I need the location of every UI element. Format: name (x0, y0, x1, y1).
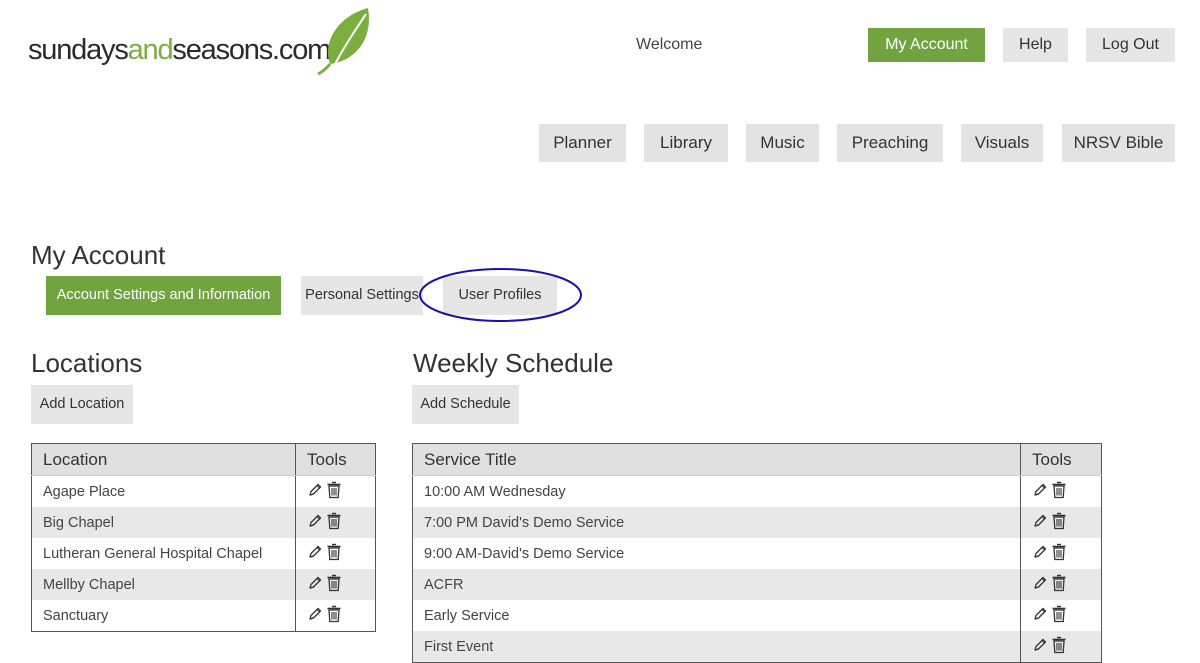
locations-title: Locations (31, 348, 143, 378)
leaf-icon (317, 8, 369, 76)
locations-table: Location Tools Agape Place Big Chapel Lu… (31, 443, 376, 632)
location-name: Agape Place (43, 483, 126, 500)
nav-preaching[interactable]: Preaching (837, 124, 943, 162)
trash-icon[interactable] (1051, 574, 1067, 592)
table-row: Lutheran General Hospital Chapel (32, 538, 376, 569)
trash-icon[interactable] (1051, 605, 1067, 623)
pencil-icon[interactable] (1032, 637, 1048, 653)
pencil-icon[interactable] (307, 575, 323, 591)
pencil-icon[interactable] (307, 544, 323, 560)
trash-icon[interactable] (326, 574, 342, 592)
table-row: Early Service (413, 600, 1102, 631)
column-header-tools: Tools (295, 443, 376, 476)
pencil-icon[interactable] (1032, 482, 1048, 498)
trash-icon[interactable] (1051, 481, 1067, 499)
logout-button[interactable]: Log Out (1086, 28, 1175, 62)
location-name: Lutheran General Hospital Chapel (43, 545, 263, 562)
trash-icon[interactable] (326, 512, 342, 530)
table-row: Mellby Chapel (31, 569, 376, 600)
table-row: Agape Place (32, 475, 376, 507)
trash-icon[interactable] (326, 543, 342, 561)
table-row: ACFR (412, 569, 1102, 600)
table-header-row: Location Tools (31, 443, 376, 476)
schedule-table: Service Title Tools 10:00 AM Wednesday 7… (412, 443, 1102, 663)
location-name: Big Chapel (31, 507, 296, 538)
table-row: Sanctuary (32, 600, 376, 632)
table-row: 7:00 PM David's Demo Service (412, 507, 1102, 538)
column-header-location: Location (31, 443, 296, 476)
pencil-icon[interactable] (307, 513, 323, 529)
site-logo[interactable]: sundaysandseasons.com (28, 6, 369, 78)
pencil-icon[interactable] (307, 482, 323, 498)
service-title: 10:00 AM Wednesday (424, 483, 566, 500)
column-header-service-title: Service Title (412, 443, 1021, 476)
table-row: 9:00 AM-David's Demo Service (413, 538, 1102, 569)
tab-account-settings[interactable]: Account Settings and Information (46, 276, 281, 315)
service-title: 9:00 AM-David's Demo Service (424, 545, 625, 562)
nav-planner[interactable]: Planner (539, 124, 626, 162)
add-location-button[interactable]: Add Location (31, 385, 133, 424)
trash-icon[interactable] (326, 605, 342, 623)
table-header-row: Service Title Tools (412, 443, 1102, 476)
table-row: First Event (412, 631, 1102, 663)
location-name: Sanctuary (43, 607, 109, 624)
pencil-icon[interactable] (307, 606, 323, 622)
service-title: First Event (412, 631, 1021, 663)
my-account-button[interactable]: My Account (868, 28, 985, 62)
page-title: My Account (31, 240, 166, 270)
service-title: Early Service (424, 607, 510, 624)
nav-visuals[interactable]: Visuals (961, 124, 1043, 162)
pencil-icon[interactable] (1032, 544, 1048, 560)
pencil-icon[interactable] (1032, 575, 1048, 591)
pencil-icon[interactable] (1032, 513, 1048, 529)
nav-nrsv-bible[interactable]: NRSV Bible (1062, 124, 1175, 162)
trash-icon[interactable] (1051, 512, 1067, 530)
service-title: ACFR (412, 569, 1021, 600)
weekly-schedule-title: Weekly Schedule (413, 348, 614, 378)
add-schedule-button[interactable]: Add Schedule (412, 385, 519, 424)
logo-wordmark: sundaysandseasons.com (28, 34, 331, 66)
tab-personal-settings[interactable]: Personal Settings (301, 276, 423, 315)
welcome-text: Welcome (636, 36, 703, 53)
column-header-tools: Tools (1020, 443, 1102, 476)
nav-library[interactable]: Library (644, 124, 728, 162)
service-title: 7:00 PM David's Demo Service (412, 507, 1021, 538)
pencil-icon[interactable] (1032, 606, 1048, 622)
trash-icon[interactable] (326, 481, 342, 499)
help-button[interactable]: Help (1003, 28, 1068, 62)
trash-icon[interactable] (1051, 636, 1067, 654)
tab-user-profiles[interactable]: User Profiles (443, 276, 557, 315)
nav-music[interactable]: Music (746, 124, 819, 162)
location-name: Mellby Chapel (31, 569, 296, 600)
table-row: 10:00 AM Wednesday (413, 475, 1102, 507)
trash-icon[interactable] (1051, 543, 1067, 561)
table-row: Big Chapel (31, 507, 376, 538)
